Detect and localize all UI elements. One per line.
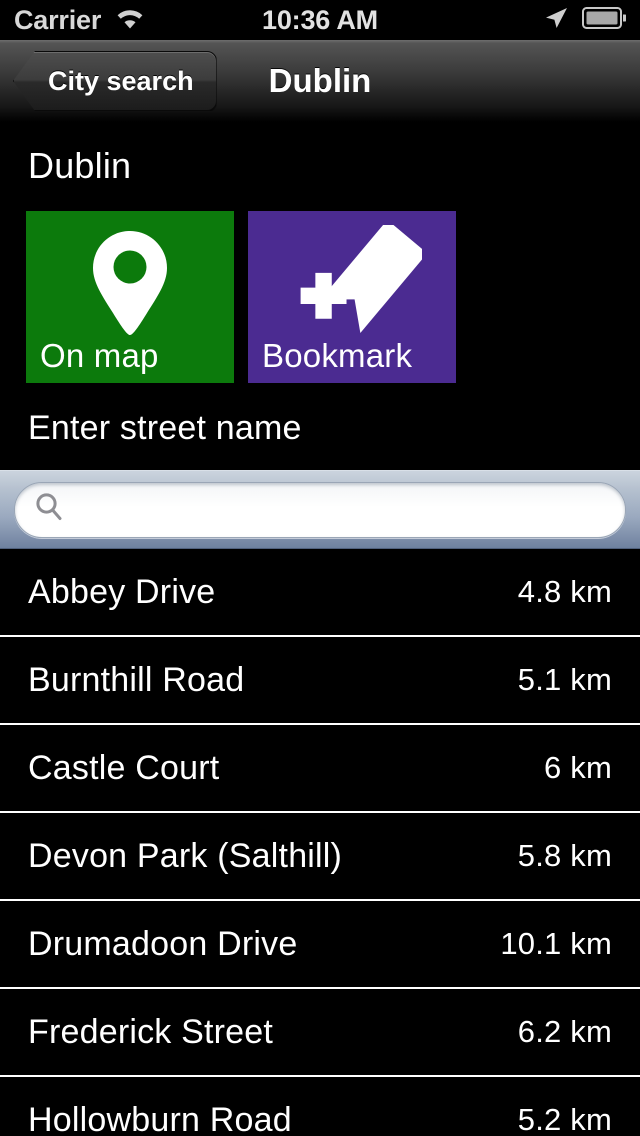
map-pin-icon: [26, 225, 234, 341]
wifi-icon: [113, 6, 147, 35]
table-row[interactable]: Frederick Street 6.2 km: [0, 989, 640, 1077]
street-distance: 5.2 km: [517, 1102, 612, 1136]
main-content: Dublin On map Bookmark Enter street name…: [0, 123, 640, 1136]
street-list[interactable]: Abbey Drive 4.8 km Burnthill Road 5.1 km…: [0, 549, 640, 1136]
table-row[interactable]: Castle Court 6 km: [0, 725, 640, 813]
location-arrow-icon: [543, 5, 569, 36]
street-name: Devon Park (Salthill): [28, 836, 343, 875]
search-input[interactable]: [77, 493, 607, 526]
street-distance: 5.1 km: [517, 662, 612, 697]
back-button[interactable]: City search: [13, 51, 217, 111]
on-map-tile[interactable]: On map: [26, 211, 234, 383]
table-row[interactable]: Burnthill Road 5.1 km: [0, 637, 640, 725]
search-bar: [0, 470, 640, 549]
street-name: Burnthill Road: [28, 660, 245, 699]
street-name: Frederick Street: [28, 1012, 274, 1051]
street-distance: 10.1 km: [500, 926, 612, 961]
street-distance: 6 km: [544, 750, 612, 785]
street-name: Abbey Drive: [28, 572, 216, 611]
street-distance: 4.8 km: [517, 574, 612, 609]
carrier-label: Carrier: [14, 4, 102, 35]
add-bookmark-icon: [248, 225, 456, 341]
street-name: Drumadoon Drive: [28, 924, 298, 963]
section-heading: Enter street name: [28, 409, 302, 447]
table-row[interactable]: Hollowburn Road 5.2 km: [0, 1077, 640, 1136]
status-bar-right: [543, 5, 627, 36]
navigation-bar: City search Dublin: [0, 40, 640, 123]
table-row[interactable]: Devon Park (Salthill) 5.8 km: [0, 813, 640, 901]
city-heading: Dublin: [28, 145, 132, 186]
status-bar-left: Carrier: [14, 5, 147, 36]
table-row[interactable]: Drumadoon Drive 10.1 km: [0, 901, 640, 989]
battery-icon: [582, 6, 627, 34]
bookmark-tile-label: Bookmark: [262, 337, 413, 374]
action-tiles: On map Bookmark: [0, 187, 640, 383]
status-bar: Carrier 10:36 AM: [0, 0, 640, 40]
app-screen: Carrier 10:36 AM City search Dublin Dubl…: [0, 0, 640, 1136]
back-button-label: City search: [48, 65, 194, 96]
search-field[interactable]: [14, 481, 626, 538]
street-name: Hollowburn Road: [28, 1100, 292, 1136]
table-row[interactable]: Abbey Drive 4.8 km: [0, 549, 640, 637]
bookmark-tile[interactable]: Bookmark: [248, 211, 456, 383]
street-distance: 5.8 km: [517, 838, 612, 873]
street-distance: 6.2 km: [517, 1014, 612, 1049]
search-icon: [33, 491, 65, 528]
on-map-tile-label: On map: [40, 337, 159, 374]
street-name: Castle Court: [28, 748, 220, 787]
